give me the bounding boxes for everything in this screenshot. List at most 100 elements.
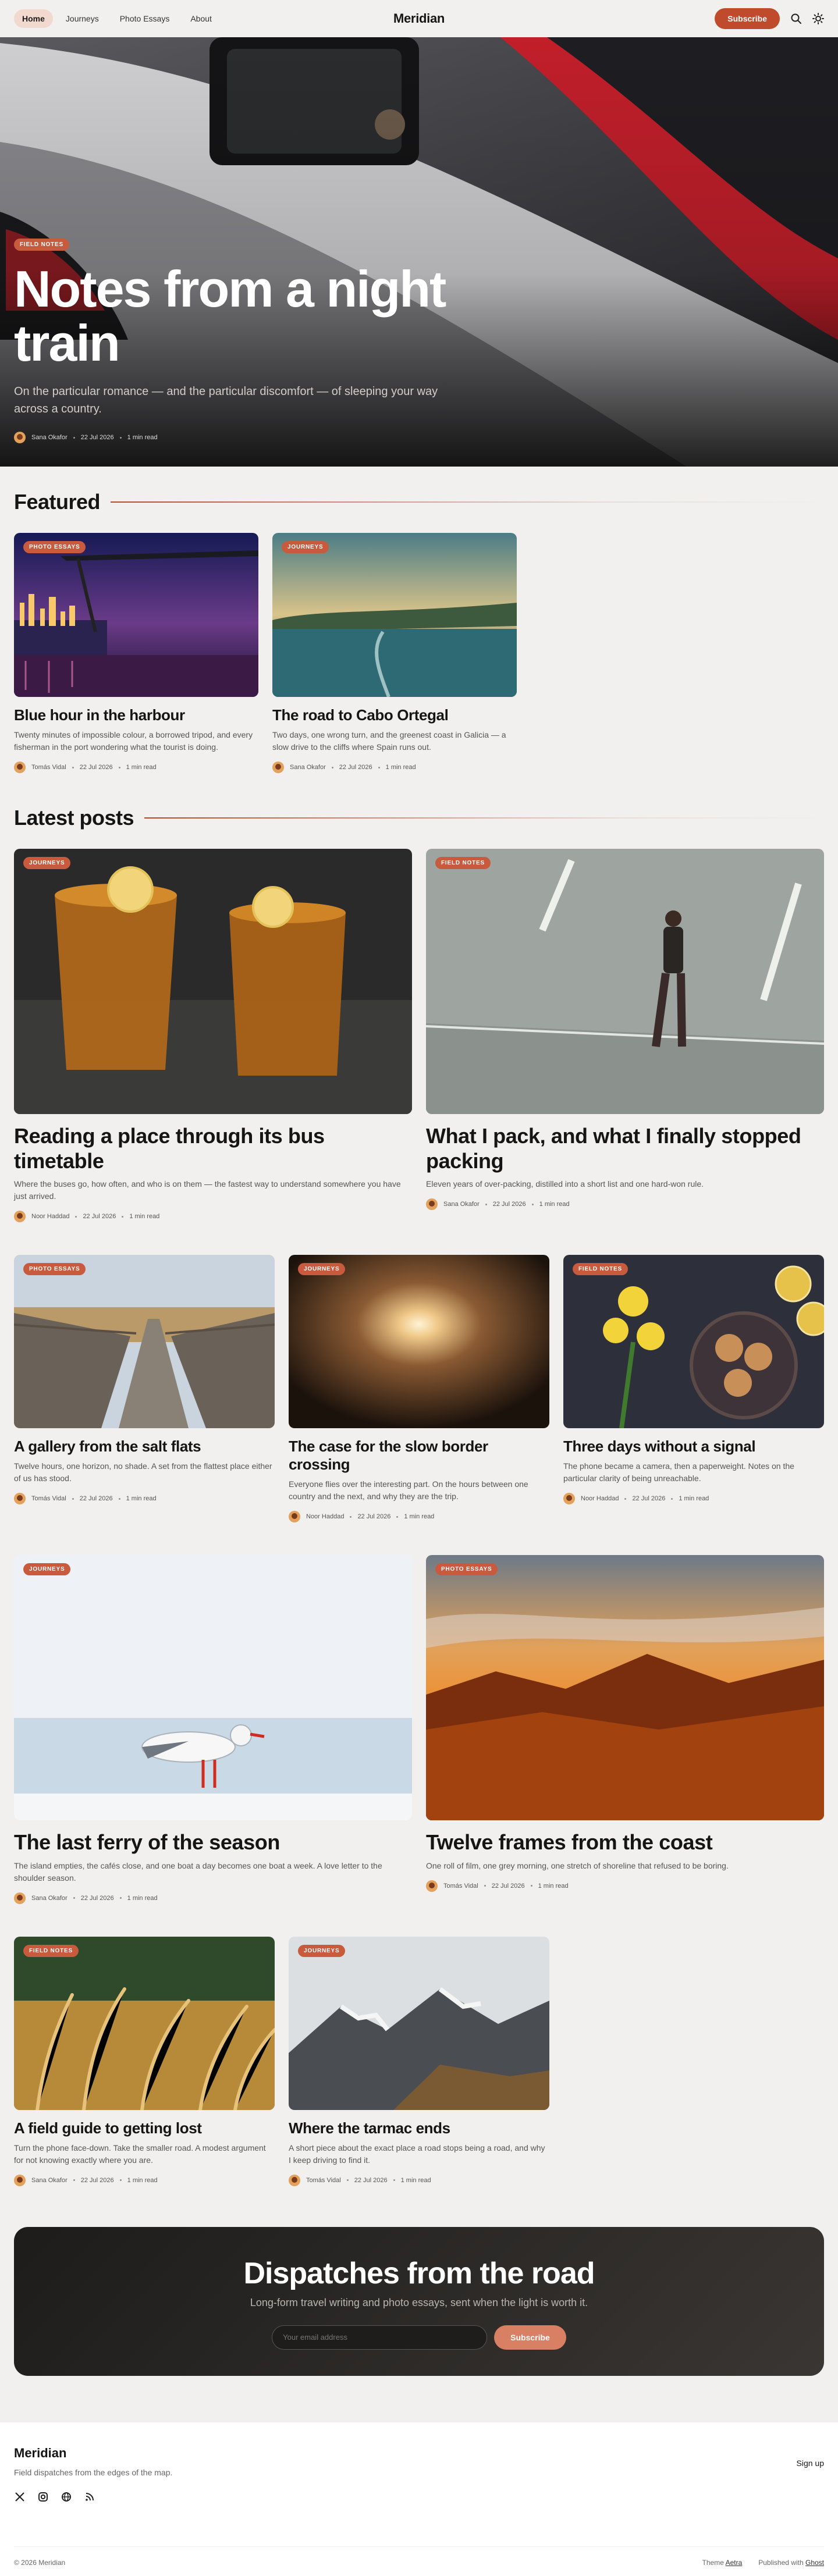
card-tag[interactable]: JOURNEYS (298, 1263, 346, 1276)
copyright: © 2026 Meridian (14, 2558, 66, 2567)
card-image[interactable]: JOURNEYS (289, 1255, 549, 1429)
author-name[interactable]: Tomás Vidal (31, 1495, 66, 1502)
author-name[interactable]: Sana Okafor (31, 2177, 68, 2184)
footer-signup-link[interactable]: Sign up (797, 2458, 824, 2468)
card-title[interactable]: Blue hour in the harbour (14, 706, 258, 724)
card-image[interactable]: FIELD NOTES (563, 1255, 824, 1429)
card-tag[interactable]: FIELD NOTES (435, 857, 491, 869)
card-title[interactable]: The case for the slow border crossing (289, 1438, 549, 1474)
card-image[interactable]: JOURNEYS (289, 1936, 549, 2110)
card-title[interactable]: Twelve frames from the coast (426, 1830, 824, 1855)
theme-toggle-icon[interactable] (812, 13, 824, 24)
header-actions: Subscribe (715, 8, 824, 29)
card-image[interactable]: FIELD NOTES (14, 1936, 275, 2110)
card-tag[interactable]: FIELD NOTES (573, 1263, 628, 1276)
ghost-link[interactable]: Ghost (805, 2559, 824, 2567)
card-tag[interactable]: JOURNEYS (282, 541, 329, 553)
avatar (14, 762, 26, 773)
author-name[interactable]: Sana Okafor (31, 434, 68, 441)
post-date: 22 Jul 2026 (354, 2176, 388, 2184)
hero-title[interactable]: Notes from a night train (14, 262, 456, 370)
social-links (14, 2491, 824, 2503)
site-logo[interactable]: Meridian (393, 11, 445, 26)
newsletter-title: Dispatches from the road (243, 2256, 595, 2290)
author-name[interactable]: Tomás Vidal (443, 1883, 478, 1890)
email-field[interactable] (272, 2325, 488, 2350)
author-name[interactable]: Noor Haddad (31, 1213, 69, 1220)
nav-photo-essays[interactable]: Photo Essays (112, 9, 178, 28)
featured-card[interactable]: JOURNEYS The road to Cabo Ortegal Two da… (272, 533, 517, 773)
hero-excerpt: On the particular romance — and the part… (14, 385, 438, 415)
post-card[interactable]: JOURNEYS The last ferry of the season Th… (14, 1555, 412, 1904)
author-name[interactable]: Sana Okafor (443, 1201, 480, 1208)
card-tag[interactable]: FIELD NOTES (23, 1944, 79, 1957)
card-tag[interactable]: JOURNEYS (23, 1563, 71, 1576)
card-title[interactable]: What I pack, and what I finally stopped … (426, 1123, 824, 1173)
post-card[interactable]: JOURNEYS Where the tarmac ends A short p… (289, 1936, 549, 2186)
card-image[interactable]: PHOTO ESSAYS (14, 533, 258, 697)
post-date: 22 Jul 2026 (492, 1201, 526, 1208)
post-card[interactable]: JOURNEYS Reading a place through its bus… (14, 849, 412, 1223)
card-image[interactable]: FIELD NOTES (426, 849, 824, 1114)
card-excerpt: Twelve hours, one horizon, no shade. A s… (14, 1461, 272, 1483)
post-card[interactable]: FIELD NOTES A field guide to getting los… (14, 1936, 275, 2186)
card-tag[interactable]: PHOTO ESSAYS (23, 541, 86, 553)
author-name[interactable]: Tomás Vidal (306, 2177, 341, 2184)
read-time: 1 min read (385, 764, 416, 771)
nav-journeys[interactable]: Journeys (58, 9, 107, 28)
theme-link[interactable]: Aetra (726, 2559, 743, 2567)
instagram-icon[interactable] (37, 2491, 49, 2503)
card-tag[interactable]: JOURNEYS (23, 857, 71, 869)
subscribe-button[interactable]: Subscribe (715, 8, 780, 29)
post-card[interactable]: PHOTO ESSAYS A gallery from the salt fla… (14, 1255, 275, 1522)
search-icon[interactable] (790, 13, 802, 24)
post-date: 22 Jul 2026 (632, 1495, 666, 1503)
card-meta: Sana Okafor 22 Jul 2026 1 min read (426, 1198, 824, 1211)
card-title[interactable]: A gallery from the salt flats (14, 1438, 275, 1456)
read-time: 1 min read (127, 2176, 158, 2184)
newsletter-subscribe-button[interactable]: Subscribe (494, 2325, 566, 2350)
x-icon[interactable] (14, 2491, 26, 2503)
hero-tag[interactable]: FIELD NOTES (14, 239, 69, 251)
card-title[interactable]: The last ferry of the season (14, 1830, 412, 1855)
published-credit: Published with Ghost (758, 2559, 824, 2567)
card-meta: Tomás Vidal 22 Jul 2026 1 min read (289, 2174, 549, 2186)
card-tag[interactable]: PHOTO ESSAYS (435, 1563, 498, 1576)
card-tag[interactable]: JOURNEYS (298, 1944, 346, 1957)
theme-label: Theme (702, 2558, 724, 2567)
featured-card[interactable]: PHOTO ESSAYS Blue hour in the harbour Tw… (14, 533, 258, 773)
post-date: 22 Jul 2026 (80, 2176, 114, 2184)
card-excerpt: Eleven years of over-packing, distilled … (426, 1179, 704, 1189)
newsletter-subtitle: Long-form travel writing and photo essay… (250, 2296, 588, 2308)
post-card[interactable]: PHOTO ESSAYS Twelve frames from the coas… (426, 1555, 824, 1903)
rss-icon[interactable] (84, 2491, 95, 2503)
card-image[interactable]: JOURNEYS (14, 849, 412, 1114)
avatar (14, 1211, 26, 1223)
author-name[interactable]: Tomás Vidal (31, 764, 66, 771)
card-title[interactable]: The road to Cabo Ortegal (272, 706, 517, 724)
author-name[interactable]: Noor Haddad (306, 1513, 344, 1520)
author-name[interactable]: Sana Okafor (31, 1895, 68, 1902)
card-tag[interactable]: PHOTO ESSAYS (23, 1263, 86, 1276)
nav-home[interactable]: Home (14, 9, 53, 28)
author-name[interactable]: Sana Okafor (290, 764, 326, 771)
post-card[interactable]: JOURNEYS The case for the slow border cr… (289, 1255, 549, 1523)
footer-brand[interactable]: Meridian (14, 2446, 824, 2461)
globe-icon[interactable] (61, 2491, 72, 2503)
card-image[interactable]: PHOTO ESSAYS (14, 1255, 275, 1429)
card-title[interactable]: Reading a place through its bus timetabl… (14, 1123, 412, 1173)
card-image[interactable]: JOURNEYS (272, 533, 517, 697)
post-card[interactable]: FIELD NOTES Three days without a signal … (563, 1255, 824, 1522)
nav-about[interactable]: About (182, 9, 220, 28)
card-title[interactable]: Three days without a signal (563, 1438, 824, 1456)
author-name[interactable]: Noor Haddad (581, 1495, 619, 1502)
card-image[interactable]: PHOTO ESSAYS (426, 1555, 824, 1821)
hero[interactable]: FIELD NOTES Notes from a night train On … (0, 37, 838, 467)
card-image[interactable]: JOURNEYS (14, 1555, 412, 1821)
card-title[interactable]: A field guide to getting lost (14, 2119, 275, 2137)
post-date: 22 Jul 2026 (80, 1894, 114, 1902)
card-title[interactable]: Where the tarmac ends (289, 2119, 549, 2137)
post-date: 22 Jul 2026 (80, 434, 114, 441)
card-meta: Sana Okafor 22 Jul 2026 1 min read (272, 762, 517, 773)
post-card[interactable]: FIELD NOTES What I pack, and what I fina… (426, 849, 824, 1222)
